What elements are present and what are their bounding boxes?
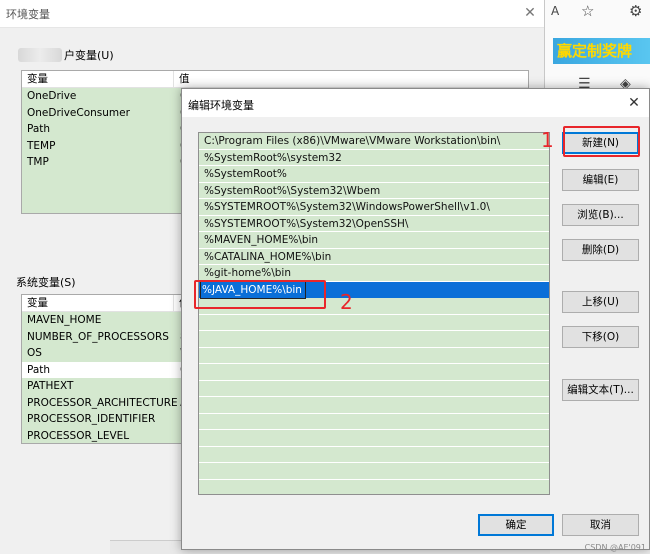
path-list[interactable]: C:\Program Files (x86)\VMware\VMware Wor…	[198, 132, 550, 495]
variable-name: OneDrive	[27, 90, 77, 102]
empty-path-row[interactable]	[199, 331, 549, 348]
variable-name: PATHEXT	[27, 380, 74, 392]
column-header-value[interactable]: 值	[174, 71, 190, 87]
empty-path-row[interactable]	[199, 414, 549, 430]
column-header-variable[interactable]: 变量	[22, 295, 174, 311]
annotation-box-new	[563, 126, 640, 157]
window-titlebar: 环境变量 ✕	[0, 0, 544, 28]
browse-button[interactable]: 浏览(B)...	[562, 204, 639, 226]
path-text: %SYSTEMROOT%\System32\OpenSSH\	[204, 217, 409, 230]
empty-path-row[interactable]	[199, 364, 549, 381]
variable-name: OneDriveConsumer	[27, 106, 130, 119]
table-header: 变量 值	[22, 71, 528, 88]
user-variables-label: 户变量(U)	[64, 49, 114, 62]
empty-path-row[interactable]	[199, 430, 549, 447]
path-entry[interactable]: %MAVEN_HOME%\bin	[199, 232, 549, 249]
variable-name: PROCESSOR_LEVEL	[27, 429, 130, 442]
move-up-button[interactable]: 上移(U)	[562, 291, 639, 313]
cancel-button[interactable]: 取消	[562, 514, 639, 536]
variable-name: Path	[27, 123, 51, 135]
system-variables-label: 系统变量(S)	[16, 276, 76, 289]
path-entry[interactable]: %SystemRoot%\system32	[199, 150, 549, 166]
path-text: %MAVEN_HOME%\bin	[204, 234, 319, 246]
path-entry[interactable]: %SystemRoot%	[199, 166, 549, 183]
path-entry[interactable]: %SYSTEMROOT%\System32\WindowsPowerShell\…	[199, 199, 549, 216]
empty-path-row[interactable]	[199, 348, 549, 364]
annotation-box-java-home	[194, 280, 326, 309]
empty-path-row[interactable]	[199, 315, 549, 331]
delete-button[interactable]: 删除(D)	[562, 239, 639, 261]
empty-path-row[interactable]	[199, 397, 549, 414]
dialog-titlebar: 编辑环境变量 ✕	[182, 89, 649, 117]
path-entry[interactable]: %SYSTEMROOT%\System32\OpenSSH\	[199, 216, 549, 232]
path-text: C:\Program Files (x86)\VMware\VMware Wor…	[204, 135, 501, 147]
column-header-variable[interactable]: 变量	[22, 71, 174, 87]
edit-environment-variable-dialog: 编辑环境变量 ✕ C:\Program Files (x86)\VMware\V…	[181, 88, 650, 550]
path-text: %SystemRoot%	[204, 168, 287, 180]
empty-path-row[interactable]	[199, 381, 549, 397]
empty-path-row[interactable]	[199, 463, 549, 480]
read-aloud-icon[interactable]: A	[551, 4, 559, 18]
path-text: %SYSTEMROOT%\System32\WindowsPowerShell\…	[204, 201, 490, 213]
window-title: 环境变量	[6, 8, 50, 21]
watermark: CSDN @AE'091	[584, 543, 646, 552]
favorites-icon[interactable]: ☆	[581, 2, 594, 20]
edit-text-button[interactable]: 编辑文本(T)...	[562, 379, 639, 401]
path-text: %SystemRoot%\system32	[204, 151, 342, 164]
edit-button[interactable]: 编辑(E)	[562, 169, 639, 191]
variable-name: PROCESSOR_ARCHITECTURE	[27, 396, 178, 409]
path-entry[interactable]: C:\Program Files (x86)\VMware\VMware Wor…	[199, 133, 549, 150]
annotation-number-2: 2	[340, 290, 353, 314]
move-down-button[interactable]: 下移(O)	[562, 326, 639, 348]
variable-name: PROCESSOR_IDENTIFIER	[27, 413, 156, 425]
path-text: %CATALINA_HOME%\bin	[204, 250, 332, 263]
path-text: %SystemRoot%\System32\Wbem	[204, 184, 381, 197]
close-icon[interactable]: ✕	[625, 94, 643, 112]
empty-path-row[interactable]	[199, 480, 549, 495]
empty-path-row[interactable]	[199, 447, 549, 463]
variable-name: TMP	[27, 156, 49, 168]
blurred-username	[18, 48, 62, 62]
dialog-title: 编辑环境变量	[188, 99, 254, 112]
variable-name: NUMBER_OF_PROCESSORS	[27, 330, 169, 343]
ok-button[interactable]: 确定	[478, 514, 554, 536]
annotation-number-1: 1	[541, 128, 554, 152]
path-entry[interactable]: %CATALINA_HOME%\bin	[199, 249, 549, 265]
extensions-icon[interactable]: ⚙	[629, 2, 642, 20]
variable-name: Path	[27, 363, 51, 376]
path-entry[interactable]: %SystemRoot%\System32\Wbem	[199, 183, 549, 199]
close-icon[interactable]: ✕	[520, 4, 540, 22]
variable-name: OS	[27, 347, 42, 359]
ad-banner[interactable]: 赢定制奖牌	[553, 38, 650, 64]
variable-name: TEMP	[27, 139, 56, 152]
path-text: %git-home%\bin	[204, 267, 291, 279]
variable-name: MAVEN_HOME	[27, 314, 102, 326]
